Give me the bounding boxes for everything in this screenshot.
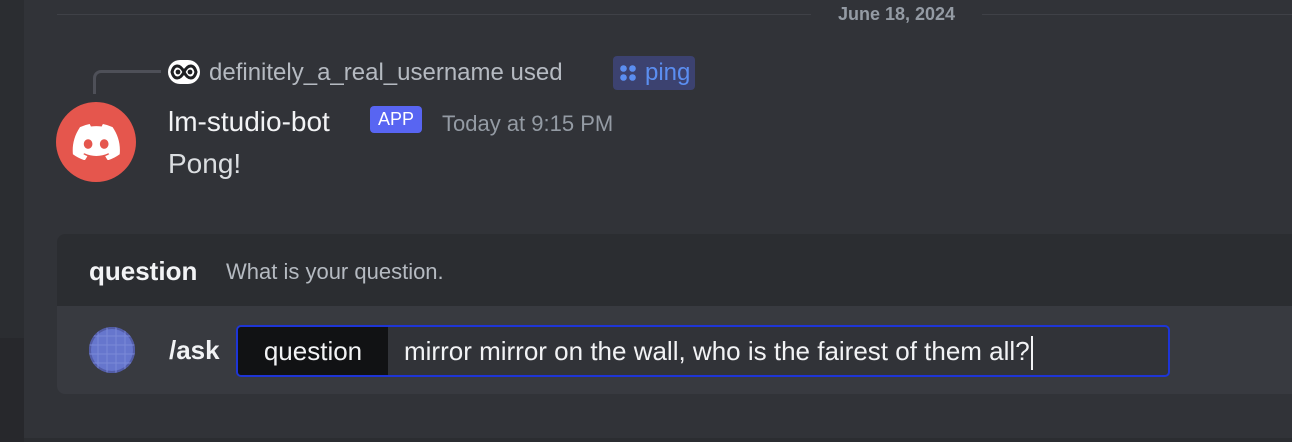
- text-caret: [1030, 336, 1033, 371]
- message-content: Pong!: [168, 148, 242, 179]
- slash-command-icon: [620, 65, 636, 81]
- channel-sidebar-edge: [0, 0, 24, 442]
- bottom-rule: [24, 438, 1292, 442]
- user-avatar-icon: [170, 64, 198, 80]
- date-divider-label: June 18, 2024: [837, 4, 956, 24]
- reply-user-avatar[interactable]: [168, 60, 200, 84]
- slash-command-composer: question What is your question. /ask que…: [57, 234, 1292, 394]
- reply-username[interactable]: definitely_a_real_username: [209, 59, 504, 86]
- reply-spine: [93, 70, 161, 94]
- reply-command-mention[interactable]: ping: [613, 56, 696, 90]
- app-badge: APP: [370, 106, 423, 133]
- message-author[interactable]: lm-studio-bot: [168, 104, 330, 140]
- command-name[interactable]: /ask: [169, 332, 220, 368]
- command-option-input[interactable]: question mirror mirror on the wall, who …: [236, 325, 1170, 377]
- option-value-input[interactable]: mirror mirror on the wall, who is the fa…: [404, 327, 1033, 375]
- sidebar-edge-lower: [0, 338, 24, 442]
- discord-logo-icon: [72, 124, 120, 160]
- reply-action: used: [510, 59, 563, 86]
- option-description: What is your question.: [226, 259, 444, 284]
- reply-context: definitely_a_real_username used: [209, 57, 563, 89]
- option-name: question: [89, 256, 198, 286]
- message-timestamp[interactable]: Today at 9:15 PM: [442, 110, 613, 138]
- app-icon: [89, 327, 135, 373]
- reply-command-name: ping: [645, 59, 691, 86]
- date-divider-line-right: [982, 14, 1292, 15]
- date-divider-line-left: [57, 14, 811, 15]
- command-option-header: question What is your question.: [57, 234, 1292, 306]
- bot-avatar[interactable]: [56, 102, 136, 182]
- app-command-icon: [89, 327, 135, 373]
- option-value-text: mirror mirror on the wall, who is the fa…: [404, 336, 1030, 366]
- option-pill[interactable]: question: [238, 327, 388, 375]
